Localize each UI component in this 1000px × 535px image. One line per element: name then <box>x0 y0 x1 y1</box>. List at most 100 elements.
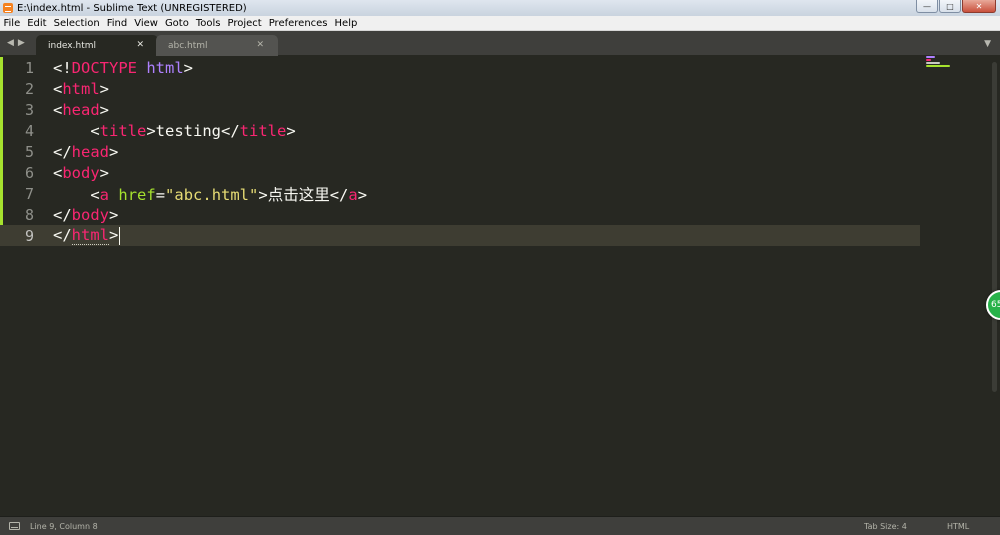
line-number: 5 <box>24 142 34 161</box>
code-line[interactable]: 4 <title>testing</title> <box>0 120 920 141</box>
code-token: >testing</ <box>146 121 240 140</box>
code-token: = <box>155 185 166 204</box>
code-text: <title>testing</title> <box>53 121 296 140</box>
tab-index-html[interactable]: index.html ✕ <box>36 35 158 56</box>
code-token: > <box>286 121 296 140</box>
syntax-indicator[interactable]: HTML <box>947 522 969 531</box>
code-token: head <box>71 142 109 161</box>
nav-back-icon[interactable]: ◀ <box>7 38 14 48</box>
code-token: < <box>53 121 100 140</box>
code-token: "abc.html" <box>165 185 259 204</box>
vertical-scrollbar[interactable] <box>989 56 1000 516</box>
code-token: a <box>99 185 110 204</box>
code-token: </ <box>53 226 72 245</box>
code-line[interactable]: 6 <body> <box>0 162 920 183</box>
minimap-line <box>926 62 940 64</box>
code-token: < <box>53 100 63 119</box>
tab-close-icon[interactable]: ✕ <box>136 40 144 50</box>
menu-goto[interactable]: Goto <box>161 18 192 29</box>
code-text: </head> <box>53 143 118 161</box>
nav-forward-icon[interactable]: ▶ <box>18 38 25 48</box>
maximize-button[interactable]: □ <box>939 0 961 13</box>
close-button[interactable]: ✕ <box>962 0 996 13</box>
code-token: body <box>62 163 100 182</box>
code-token: head <box>62 100 100 119</box>
line-number: 7 <box>24 184 34 203</box>
code-line[interactable]: 7 <a href="abc.html">点击这里</a> <box>0 183 920 204</box>
code-text: <a href="abc.html">点击这里</a> <box>53 183 367 205</box>
line-number: 1 <box>24 58 34 77</box>
code-token: > <box>109 205 119 224</box>
code-token: < <box>53 163 63 182</box>
menu-find[interactable]: Find <box>103 18 131 29</box>
code-line[interactable]: 8 </body> <box>0 204 920 225</box>
code-token: DOCTYPE <box>71 58 137 77</box>
code-token: body <box>71 205 109 224</box>
window-controls: — □ ✕ <box>916 0 996 13</box>
menu-view[interactable]: View <box>131 18 162 29</box>
code-line[interactable]: 3 <head> <box>0 99 920 120</box>
line-number: 3 <box>24 100 34 119</box>
menu-project[interactable]: Project <box>224 18 265 29</box>
code-editor[interactable]: 1 <!DOCTYPE html> 2 <html> 3 <head> 4 <title>t… <box>0 56 1000 516</box>
scrollbar-thumb[interactable] <box>992 62 997 392</box>
tab-size-indicator[interactable]: Tab Size: 4 <box>864 522 907 531</box>
minimap-line <box>926 56 935 58</box>
code-line[interactable]: 2 <html> <box>0 78 920 99</box>
code-token: > <box>109 142 119 161</box>
minimap[interactable] <box>926 56 956 86</box>
code-token: <! <box>53 58 72 77</box>
code-token: > <box>99 163 110 182</box>
title-bar: E:\index.html - Sublime Text (UNREGISTER… <box>0 0 1000 16</box>
menu-selection[interactable]: Selection <box>50 18 103 29</box>
code-token: >点击这里</ <box>258 185 349 204</box>
code-line[interactable]: 1 <!DOCTYPE html> <box>0 57 920 78</box>
minimap-line <box>926 65 950 67</box>
menu-preferences[interactable]: Preferences <box>265 18 331 29</box>
code-text: </body> <box>53 206 118 224</box>
code-text: <body> <box>53 164 109 182</box>
code-token: title <box>239 121 287 140</box>
code-line[interactable]: 9 </html> <box>0 225 920 246</box>
tab-bar: ◀ ▶ index.html ✕ abc.html ✕ ▼ <box>0 31 1000 56</box>
cursor-position[interactable]: Line 9, Column 8 <box>30 522 98 531</box>
code-token: html <box>146 58 184 77</box>
tab-label: index.html <box>48 40 96 51</box>
code-token: </ <box>53 142 72 161</box>
code-token: < <box>53 185 100 204</box>
window-title: E:\index.html - Sublime Text (UNREGISTER… <box>17 2 247 14</box>
menu-tools[interactable]: Tools <box>192 18 224 29</box>
code-text: </html> <box>53 226 121 246</box>
code-token: html <box>62 79 100 98</box>
line-number: 6 <box>24 163 34 182</box>
menu-bar: File Edit Selection Find View Goto Tools… <box>0 16 1000 31</box>
line-number: 9 <box>24 226 34 245</box>
code-text: <html> <box>53 80 109 98</box>
code-token: > <box>109 226 119 245</box>
code-text: <!DOCTYPE html> <box>53 59 193 77</box>
code-token: > <box>357 185 368 204</box>
sublime-logo-icon <box>3 3 13 13</box>
code-token: </ <box>53 205 72 224</box>
code-line[interactable]: 5 </head> <box>0 141 920 162</box>
minimap-line <box>926 59 931 61</box>
menu-help[interactable]: Help <box>331 18 361 29</box>
code-token: html <box>71 226 109 246</box>
tab-dropdown-icon[interactable]: ▼ <box>984 39 991 49</box>
panel-toggle-icon[interactable] <box>9 522 20 530</box>
line-number: 2 <box>24 79 34 98</box>
tab-close-icon[interactable]: ✕ <box>256 40 264 50</box>
code-token: > <box>99 79 110 98</box>
badge-text: 65 <box>991 300 1000 310</box>
menu-file[interactable]: File <box>0 18 24 29</box>
tab-navigation: ◀ ▶ <box>7 38 25 48</box>
code-token: > <box>183 58 194 77</box>
minimize-button[interactable]: — <box>916 0 938 13</box>
menu-edit[interactable]: Edit <box>24 18 50 29</box>
code-token: > <box>99 100 110 119</box>
line-number: 8 <box>24 205 34 224</box>
tab-abc-html[interactable]: abc.html ✕ <box>156 35 278 56</box>
status-bar: Line 9, Column 8 Tab Size: 4 HTML <box>0 516 1000 535</box>
tab-label: abc.html <box>168 40 208 51</box>
